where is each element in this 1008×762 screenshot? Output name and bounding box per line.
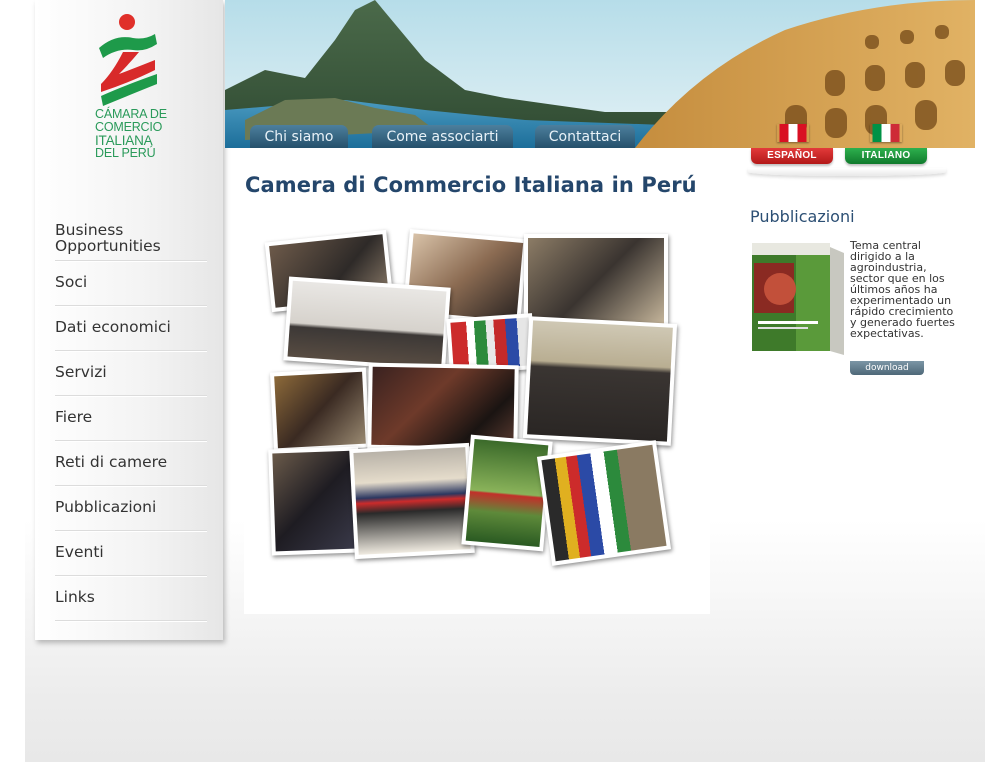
sidebar-item-reti-di-camere[interactable]: Reti di camere xyxy=(55,441,207,486)
page-title: Camera di Commercio Italiana in Perú xyxy=(245,173,697,197)
sidebar-item-dati-economici[interactable]: Dati economici xyxy=(55,306,207,351)
publication-cover-image[interactable] xyxy=(752,243,844,355)
flag-peru-icon[interactable] xyxy=(777,124,809,142)
language-italiano-button[interactable]: ITALIANO xyxy=(845,148,927,164)
sidebar-item-business-opportunities[interactable]: Business Opportunities xyxy=(55,218,207,261)
collage-photo xyxy=(524,234,668,330)
sidebar-item-fiere[interactable]: Fiere xyxy=(55,396,207,441)
tab-contattaci[interactable]: Contattaci xyxy=(535,125,635,148)
sidebar-item-links[interactable]: Links xyxy=(55,576,207,621)
publications-title: Pubblicazioni xyxy=(750,207,855,226)
tab-chi-siamo[interactable]: Chi siamo xyxy=(250,125,348,148)
sidebar-item-pubblicazioni[interactable]: Pubblicazioni xyxy=(55,486,207,531)
sidebar-item-servizi[interactable]: Servizi xyxy=(55,351,207,396)
flag-italy-icon[interactable] xyxy=(870,124,902,142)
download-button[interactable]: download xyxy=(850,361,924,375)
logo-text: CÁMARA DE COMERCIO ITALIANA DEL PERÚ xyxy=(95,108,175,160)
collage-photo xyxy=(536,440,672,566)
photo-collage xyxy=(244,212,710,614)
collage-photo xyxy=(269,367,371,453)
collage-photo xyxy=(522,316,678,446)
sidebar-nav: Business Opportunities Soci Dati economi… xyxy=(55,218,207,621)
collage-photo xyxy=(268,446,362,556)
tab-come-associarti[interactable]: Come associarti xyxy=(372,125,513,148)
language-espanol-button[interactable]: ESPAÑOL xyxy=(751,148,833,164)
collage-photo xyxy=(349,442,475,560)
collage-photo xyxy=(283,276,451,372)
publication-description: Tema central dirigido a la agroindustria… xyxy=(850,239,955,340)
sidebar-item-soci[interactable]: Soci xyxy=(55,261,207,306)
collage-photo xyxy=(461,434,553,552)
header-banner: Chi siamo Come associarti Contattaci xyxy=(225,0,975,148)
logo-line: DEL PERÚ xyxy=(95,146,156,160)
sidebar: CÁMARA DE COMERCIO ITALIANA DEL PERÚ Bus… xyxy=(35,0,223,640)
language-bar xyxy=(748,168,946,176)
logo-mark-icon[interactable] xyxy=(93,12,163,112)
sidebar-item-eventi[interactable]: Eventi xyxy=(55,531,207,576)
